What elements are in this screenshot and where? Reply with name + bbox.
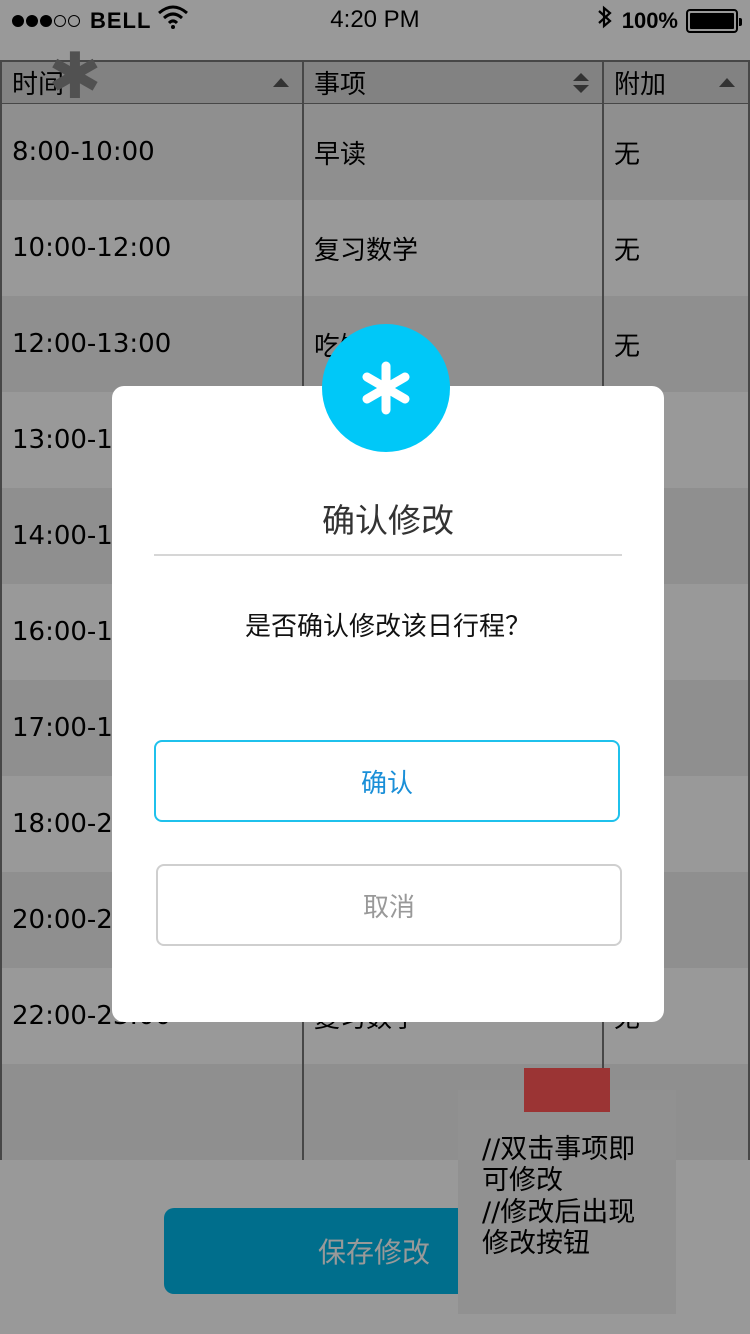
confirm-button[interactable]: 确认 bbox=[154, 740, 620, 822]
note-line: 可修改 bbox=[482, 1165, 563, 1197]
note-tab bbox=[524, 1068, 610, 1112]
confirm-dialog: 确认修改 是否确认修改该日行程？ 确认 取消 bbox=[112, 386, 664, 1022]
note-line: //双击事项即 bbox=[482, 1134, 636, 1165]
note-line: //修改后出现 bbox=[482, 1196, 636, 1228]
asterisk-icon bbox=[322, 324, 450, 452]
note-line: 修改按钮 bbox=[482, 1227, 590, 1259]
cancel-button[interactable]: 取消 bbox=[156, 864, 622, 946]
annotation-note: //双击事项即 可修改 //修改后出现 修改按钮 bbox=[458, 1090, 676, 1314]
dialog-divider bbox=[154, 554, 622, 556]
dialog-title: 确认修改 bbox=[322, 501, 454, 540]
dialog-message: 是否确认修改该日行程？ bbox=[244, 612, 531, 642]
